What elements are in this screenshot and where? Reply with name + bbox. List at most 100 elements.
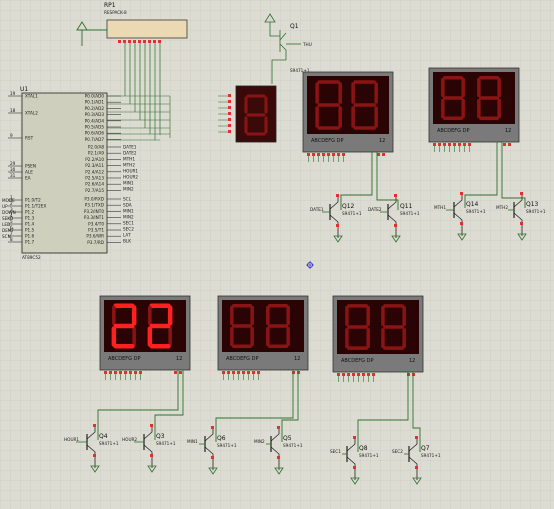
transistor-ref: Q12 (342, 203, 355, 210)
mcu-right-pin-label: P0.6/AD6 (85, 131, 105, 136)
schematic-canvas[interactable]: RP1 RESPACK-8 U1 AT89C52 XTAL1 19 XTAL2 18 R… (0, 0, 554, 509)
mcu-right-pin-label: P2.7/A15 (85, 188, 104, 193)
display-pin-label: ABCDEFG DP (311, 138, 343, 144)
display-pin-label: ABCDEFG DP (108, 356, 140, 362)
transistor-pin-marker (353, 436, 356, 439)
mcu-left-pin-number: 19 (10, 91, 16, 96)
mcu-right-net-label: DATE2 (123, 151, 137, 156)
transistor-ref: Q4 (99, 433, 108, 440)
transistor-ref: Q7 (421, 445, 430, 452)
transistor-ref: Q11 (400, 203, 413, 210)
mcu-left-pin-label: XTAL2 (25, 111, 38, 116)
transistor-pin-marker (277, 456, 280, 459)
dual-seven-segment-display[interactable]: ABCDEFG DP 12 (332, 295, 424, 382)
mcu-left-net-label: SEKD (2, 216, 13, 221)
mcu-right-pin-label: P0.1/AD1 (85, 100, 105, 105)
transistor-part: S9471+1 (400, 211, 420, 216)
rp1-body (106, 19, 188, 39)
mcu-right-pin-label: P3.6/WR (86, 234, 104, 239)
transistor-pin-marker (93, 424, 96, 427)
display-pin-count: 12 (379, 138, 385, 144)
transistor-pin-marker (460, 192, 463, 195)
mcu-left-pin-number: 18 (10, 108, 16, 113)
mcu-right-pin-label: P2.0/A8 (88, 145, 104, 150)
mcu-right-net-label: SEC1 (123, 221, 134, 226)
transistor-part: S9471+1 (421, 453, 441, 458)
transistor-part: S9471+1 (526, 209, 546, 214)
rp1-ref: RP1 (104, 2, 116, 9)
mcu-right-pin-label: P3.3/INT1 (84, 215, 105, 220)
display-pin-count: 12 (409, 358, 415, 364)
mcu-right-pin-label: P3.2/INT0 (84, 209, 105, 214)
mcu-right-net-label: HOUR1 (123, 169, 138, 174)
display-pin-count: 12 (505, 128, 511, 134)
mcu-right-pin-label: P3.5/T1 (88, 228, 104, 233)
transistor-ref: Q14 (466, 201, 479, 208)
transistor-net-label: MTH1 (434, 205, 446, 210)
transistor-net-label: DATE1 (310, 207, 324, 212)
transistor-part: S9471+1 (283, 443, 303, 448)
mcu-right-net-label: HOUR2 (123, 175, 138, 180)
dual-seven-segment-display[interactable]: ABCDEFG DP 12 (217, 295, 309, 380)
mcu-left-pin-label: P1.0/T2 (25, 198, 41, 203)
mcu-right-pin-label: P2.3/A11 (85, 163, 104, 168)
transistor-pin-marker (150, 424, 153, 427)
transistor-pin-marker (336, 224, 339, 227)
mcu-right-net-label: BLK (123, 239, 131, 244)
transistor-net-label: SEC2 (392, 449, 403, 454)
mcu-right-net-label: MIN1 (123, 209, 134, 214)
mcu-left-pin-label: P1.7 (25, 240, 35, 245)
transistor-net-label: MTH2 (496, 205, 508, 210)
transistor-net-label: HOUR2 (122, 437, 137, 442)
transistor-net-label: MIN2 (254, 439, 265, 444)
mcu-left-pin-label: XTAL1 (25, 94, 38, 99)
mcu-left-pin-number: 31 (10, 173, 16, 178)
mcu-left-pin-label: P1.2 (25, 210, 35, 215)
mcu-left-pin-label: P1.6 (25, 234, 35, 239)
mcu-right-pin-label: P3.7/RD (87, 240, 104, 245)
q1-ref: Q1 (290, 23, 299, 30)
transistor-ref: Q6 (217, 435, 226, 442)
mcu-left-net-label: LED (2, 222, 10, 227)
mcu-left-pin-label: PSEN (25, 164, 36, 169)
transistor-ref: Q13 (526, 201, 539, 208)
mcu-right-pin-label: P0.2/AD2 (85, 106, 105, 111)
transistor-pin-marker (277, 426, 280, 429)
mcu-left-pin-label: EA (25, 176, 31, 181)
transistor-pin-marker (353, 466, 356, 469)
q1-net-label: THU (302, 42, 312, 47)
transistor-part: S9471+1 (359, 453, 379, 458)
rp1-part: RESPACK-8 (104, 10, 127, 15)
transistor-pin-marker (150, 454, 153, 457)
mcu-left-pin-number: 29 (10, 161, 16, 166)
mcu-left-pin-label: RST (25, 136, 34, 141)
mcu-right-pin-label: P2.2/A10 (85, 157, 104, 162)
mcu-right-pin-label: P2.1/A9 (88, 151, 104, 156)
transistor-pin-marker (415, 466, 418, 469)
mcu-right-net-label: SCL (123, 197, 132, 202)
mcu-ref: U1 (20, 86, 28, 93)
mcu-left-net-label: MODE (2, 198, 15, 203)
mcu-right-net-label: MIN2 (123, 187, 134, 192)
dual-seven-segment-display[interactable]: ABCDEFG DP 12 (428, 67, 520, 152)
transistor-pin-marker (460, 222, 463, 225)
mcu-left-net-label: DOWN (2, 210, 16, 215)
mcu-left-pin-label: P1.3 (25, 216, 35, 221)
transistor-pin-marker (211, 456, 214, 459)
mcu-right-net-label: MIN2 (123, 215, 134, 220)
mcu-right-pin-label: P0.0/AD0 (85, 94, 105, 99)
transistor-net-label: MIN1 (187, 439, 198, 444)
mcu-right-pin-label: P2.6/A14 (85, 182, 104, 187)
display-pin-label: ABCDEFG DP (437, 128, 469, 134)
mcu-left-pin-label: P1.5 (25, 228, 35, 233)
dual-seven-segment-display[interactable]: ABCDEFG DP 12 (302, 71, 394, 162)
transistor-net-label: SEC1 (330, 449, 341, 454)
mcu-right-net-label: MTH2 (123, 163, 135, 168)
transistor-pin-marker (415, 436, 418, 439)
transistor-pin-marker (394, 224, 397, 227)
mcu-right-pin-label: P2.4/A12 (85, 169, 104, 174)
dual-seven-segment-display[interactable]: ABCDEFG DP 12 (99, 295, 191, 380)
mcu-part: AT89C52 (22, 255, 41, 260)
transistor-net-label: HOUR1 (64, 437, 79, 442)
display-pin-label: ABCDEFG DP (341, 358, 373, 364)
